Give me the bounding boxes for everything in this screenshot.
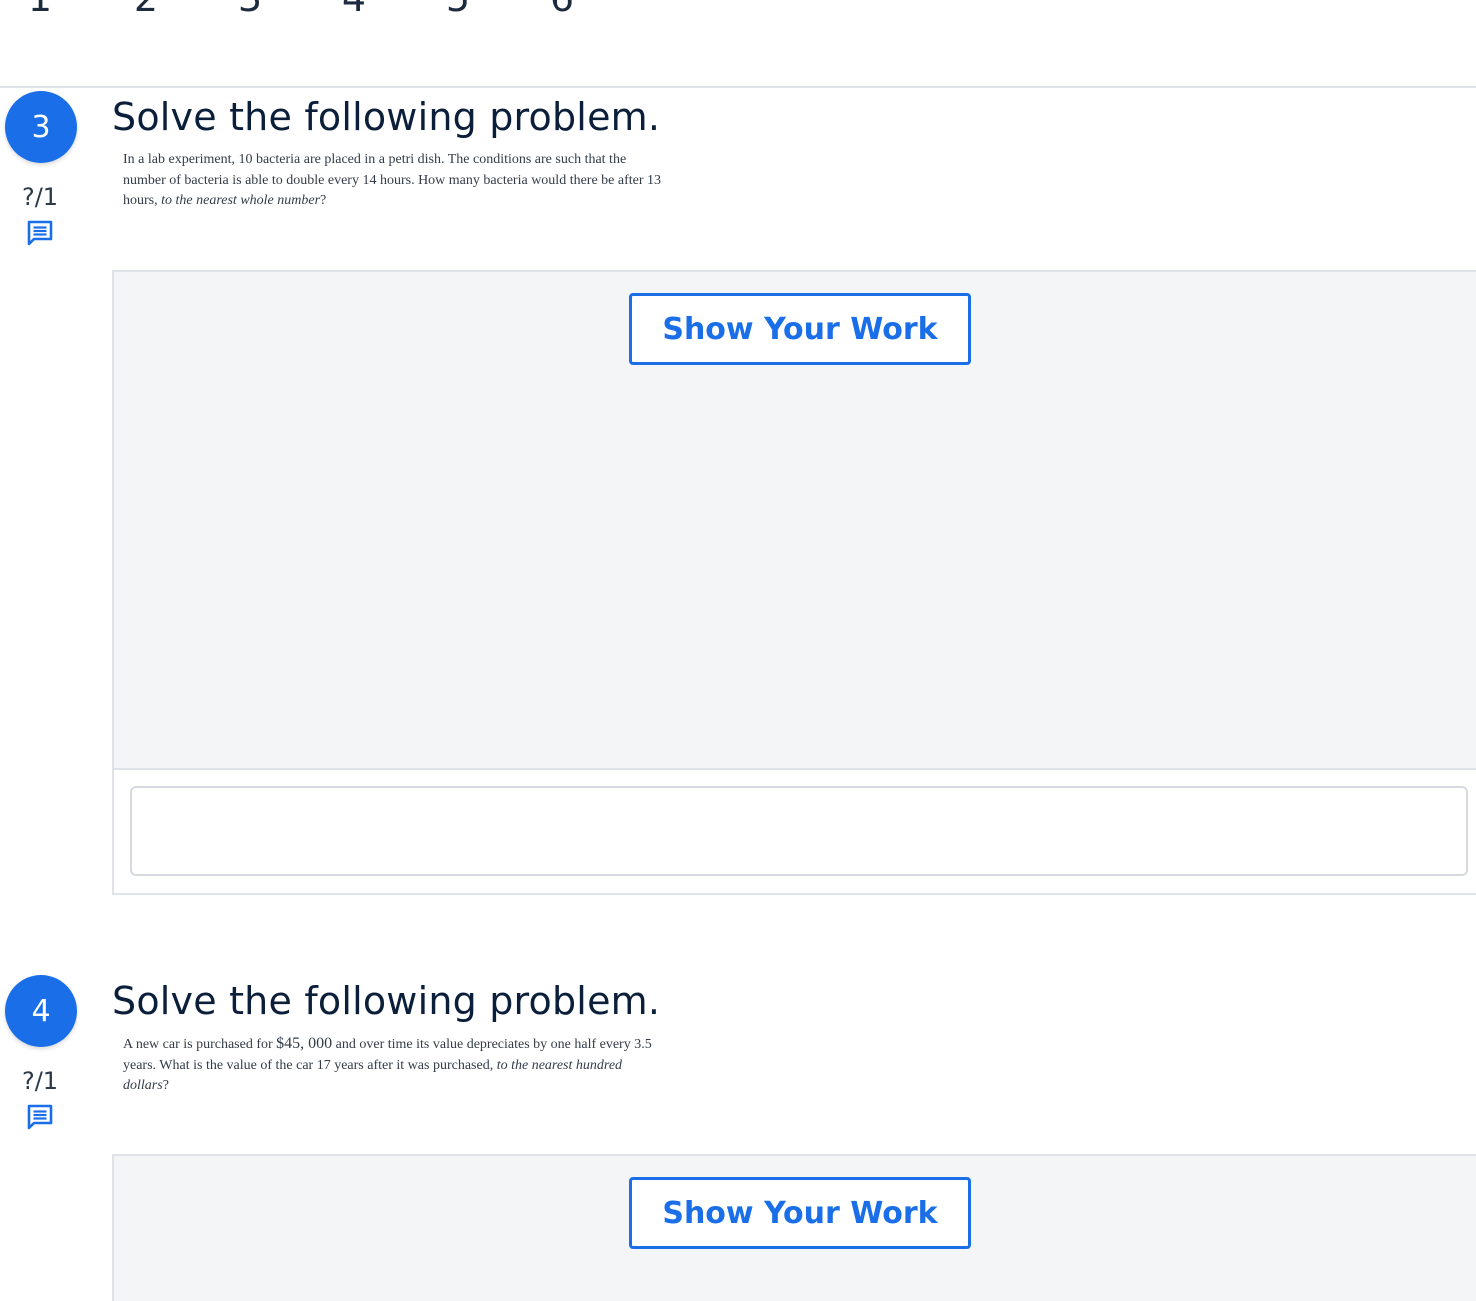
question-nav: 1 2 3 4 5 6: [0, 0, 1476, 88]
nav-question-4[interactable]: 4: [324, 0, 384, 20]
nav-question-2[interactable]: 2: [116, 0, 176, 20]
question-number-badge: 3: [5, 91, 77, 163]
question-prompt-end: ?: [320, 193, 327, 208]
show-work-area: Show Your Work: [112, 1154, 1476, 1301]
price-value: $45, 000: [276, 1035, 333, 1052]
question-prompt: In a lab experiment, 10 bacteria are pla…: [123, 150, 663, 212]
comment-icon[interactable]: [26, 219, 54, 247]
question-title: Solve the following problem.: [112, 979, 661, 1023]
question-prompt: A new car is purchased for $45, 000 and …: [123, 1034, 663, 1097]
show-your-work-button[interactable]: Show Your Work: [629, 293, 971, 365]
comment-icon[interactable]: [26, 1103, 54, 1131]
answer-input[interactable]: [130, 786, 1468, 876]
question-title: Solve the following problem.: [112, 95, 661, 139]
answer-area: [112, 768, 1476, 895]
nav-question-5[interactable]: 5: [428, 0, 488, 20]
nav-question-6[interactable]: 6: [532, 0, 592, 20]
question-number-badge: 4: [5, 975, 77, 1047]
question-score: ?/1: [21, 183, 59, 211]
show-your-work-button[interactable]: Show Your Work: [629, 1177, 971, 1249]
question-score: ?/1: [21, 1067, 59, 1095]
question-prompt-text: A new car is purchased for: [123, 1037, 277, 1052]
nav-question-1[interactable]: 1: [10, 0, 70, 20]
nav-question-3[interactable]: 3: [220, 0, 280, 20]
show-work-area: Show Your Work: [112, 270, 1476, 770]
question-prompt-end: ?: [162, 1078, 169, 1093]
question-prompt-emphasis: to the nearest whole number: [161, 193, 321, 208]
